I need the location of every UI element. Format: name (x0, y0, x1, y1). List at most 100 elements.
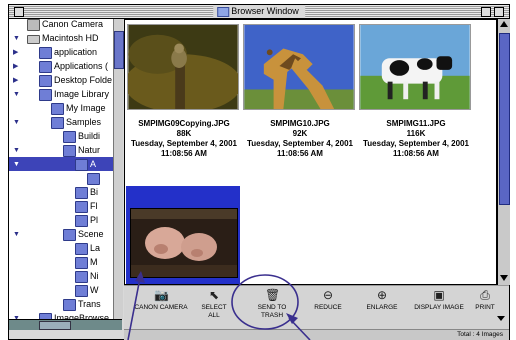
tree-item-label: Ni (90, 271, 99, 281)
scroll-up-arrow-icon[interactable] (500, 21, 508, 27)
thumbnail-image-pigs[interactable] (130, 208, 238, 278)
thumbnail-item[interactable]: SMPIMG09Copying.JPG 88K Tuesday, Septemb… (124, 24, 242, 159)
folder-icon (51, 103, 64, 115)
folder-icon (75, 215, 88, 227)
thumbnail-image-cow[interactable] (359, 24, 471, 110)
print-button[interactable]: ⎙ PRINT (472, 288, 498, 312)
toolbar: 📷 CANON CAMERA ⬉ SELECT ALL 🗑 SEND TO TR… (124, 285, 509, 330)
zoom-box[interactable] (481, 7, 491, 17)
tree-item-label: My Image (66, 103, 106, 113)
disclosure-closed-icon[interactable]: ▶ (13, 49, 18, 56)
folder-icon (63, 229, 76, 241)
tree-item-label: Canon Camera (42, 19, 104, 29)
file-name: SMPIMG09Copying.JPG (138, 119, 230, 128)
folder-tree-scrollbar[interactable] (113, 19, 124, 319)
display-image-button[interactable]: ▣ DISPLAY IMAGE (412, 288, 466, 312)
scroll-down-arrow-icon[interactable] (500, 275, 508, 281)
hard-disk-icon (27, 35, 40, 44)
folder-icon (75, 257, 88, 269)
tree-item[interactable]: Bi (9, 185, 122, 199)
tree-item[interactable]: Fl (9, 199, 122, 213)
thumbnail-item-selected[interactable] (126, 186, 240, 284)
folder-icon (39, 61, 52, 73)
tree-item-label: Macintosh HD (42, 33, 99, 43)
tree-item[interactable]: ▼ Samples (9, 115, 122, 129)
scrollbar-thumb[interactable] (114, 31, 124, 69)
folder-icon (87, 173, 100, 185)
tree-item-label: M (90, 257, 98, 267)
printer-icon: ⎙ (480, 288, 490, 302)
tree-item[interactable]: ▼ Macintosh HD (9, 31, 122, 45)
tree-item[interactable]: W (9, 283, 122, 297)
file-size: 116K (406, 129, 426, 138)
thumbnail-image-owl[interactable] (124, 24, 242, 113)
tree-item[interactable]: Pl (9, 213, 122, 227)
file-size: 92K (292, 129, 308, 138)
tree-item[interactable]: ▼ Natur (9, 143, 122, 157)
tree-item[interactable]: ▶ Desktop Folde (9, 73, 122, 87)
tree-item-label: Scene (78, 229, 104, 239)
tree-item[interactable]: ▼ A (9, 157, 122, 171)
camera-icon (27, 19, 40, 31)
tree-item[interactable]: ▼ ImageBrowse (9, 311, 122, 319)
tree-item[interactable]: ▼ Scene (9, 227, 122, 241)
disclosure-open-icon[interactable]: ▼ (13, 147, 20, 154)
tree-item[interactable]: My Image (9, 101, 122, 115)
disclosure-closed-icon[interactable]: ▶ (13, 63, 18, 70)
canon-camera-button[interactable]: 📷 CANON CAMERA (134, 288, 188, 312)
tree-item[interactable]: Trans (9, 297, 122, 311)
tree-item-label: Image Library (54, 89, 110, 99)
camera-icon: 📷 (154, 288, 169, 302)
thumbnail-area[interactable]: SMPIMG09Copying.JPG 88K Tuesday, Septemb… (124, 19, 497, 285)
toolbar-menu-arrow-icon[interactable] (497, 316, 505, 321)
select-cursor-icon: ⬉ (208, 288, 220, 302)
disclosure-open-icon[interactable]: ▼ (13, 35, 20, 42)
total-images-label: Total : 4 Images (457, 331, 503, 338)
tree-item-label: Fl (90, 201, 98, 211)
tree-item-label: Bi (90, 187, 99, 197)
reduce-button[interactable]: ⊖ REDUCE (310, 288, 346, 312)
collapse-box[interactable] (494, 7, 504, 17)
tree-item-label: Samples (66, 117, 102, 127)
tree-item[interactable]: M (9, 255, 122, 269)
scrollbar-thumb[interactable] (499, 33, 510, 205)
folder-tree-hscrollbar[interactable] (9, 319, 122, 330)
thumbnail-image-giraffe[interactable] (243, 24, 355, 110)
tree-item[interactable]: ▶ application (9, 45, 122, 59)
window-title: Browser Window (213, 5, 305, 18)
tree-item[interactable]: Canon Camera (9, 19, 122, 31)
disclosure-open-icon[interactable]: ▼ (13, 231, 20, 238)
tree-item[interactable]: ▶ Applications ( (9, 59, 122, 73)
disclosure-open-icon[interactable]: ▼ (13, 161, 20, 168)
file-date: Tuesday, September 4, 2001 (131, 139, 237, 148)
tree-item[interactable]: Ni (9, 269, 122, 283)
file-time: 11:08:56 AM (161, 149, 207, 158)
tree-item[interactable]: Buildi (9, 129, 122, 143)
tree-item[interactable]: La (9, 241, 122, 255)
disclosure-open-icon[interactable]: ▼ (13, 91, 20, 98)
folder-icon (75, 201, 88, 213)
thumbnail-item[interactable]: SMPIMG11.JPG 116K Tuesday, September 4, … (359, 24, 473, 159)
tree-item-label: Desktop Folde (54, 75, 113, 85)
folder-icon (63, 145, 76, 157)
browser-window: Browser Window Canon Camera ▼ Macintosh HD… (8, 4, 510, 340)
enlarge-button[interactable]: ⊕ ENLARGE (362, 288, 402, 312)
close-box[interactable] (14, 7, 24, 17)
tree-item-label: application (54, 47, 98, 57)
disclosure-open-icon[interactable]: ▼ (13, 119, 20, 126)
file-date: Tuesday, September 4, 2001 (247, 139, 353, 148)
title-bar[interactable]: Browser Window (9, 5, 509, 19)
thumbnail-item[interactable]: SMPIMG10.JPG 92K Tuesday, September 4, 2… (243, 24, 357, 159)
tree-item[interactable] (9, 171, 122, 185)
tree-item-label: Natur (78, 145, 101, 155)
send-to-trash-button[interactable]: 🗑 SEND TO TRASH (252, 288, 292, 320)
hscrollbar-thumb[interactable] (39, 321, 71, 330)
tree-item[interactable]: ▼ Image Library (9, 87, 122, 101)
tree-item-label: Applications ( (54, 61, 109, 71)
file-time: 11:08:56 AM (393, 149, 439, 158)
folder-tree[interactable]: Canon Camera ▼ Macintosh HD ▶ application ▶ Ap… (9, 19, 123, 319)
folder-icon (75, 243, 88, 255)
select-all-button[interactable]: ⬉ SELECT ALL (196, 288, 232, 320)
disclosure-closed-icon[interactable]: ▶ (13, 77, 18, 84)
thumbnail-scrollbar[interactable] (497, 19, 510, 285)
